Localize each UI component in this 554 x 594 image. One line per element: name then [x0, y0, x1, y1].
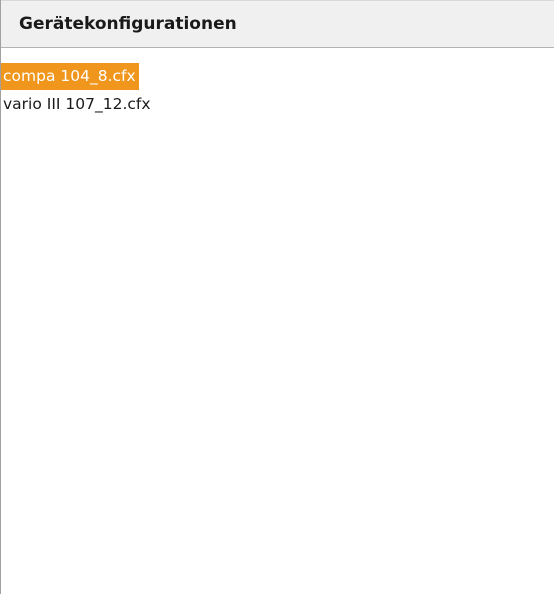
device-configurations-panel: Gerätekonfigurationen compa 104_8.cfx va… — [0, 0, 554, 594]
list-item-label: vario III 107_12.cfx — [3, 95, 151, 113]
list-item-vario-iii-107-12[interactable]: vario III 107_12.cfx — [1, 90, 554, 118]
panel-header: Gerätekonfigurationen — [1, 0, 554, 48]
list-item-compa-104-8[interactable]: compa 104_8.cfx — [1, 62, 554, 90]
panel-title: Gerätekonfigurationen — [19, 14, 237, 34]
configuration-file-list: compa 104_8.cfx vario III 107_12.cfx — [1, 48, 554, 118]
list-item-label: compa 104_8.cfx — [1, 63, 139, 90]
